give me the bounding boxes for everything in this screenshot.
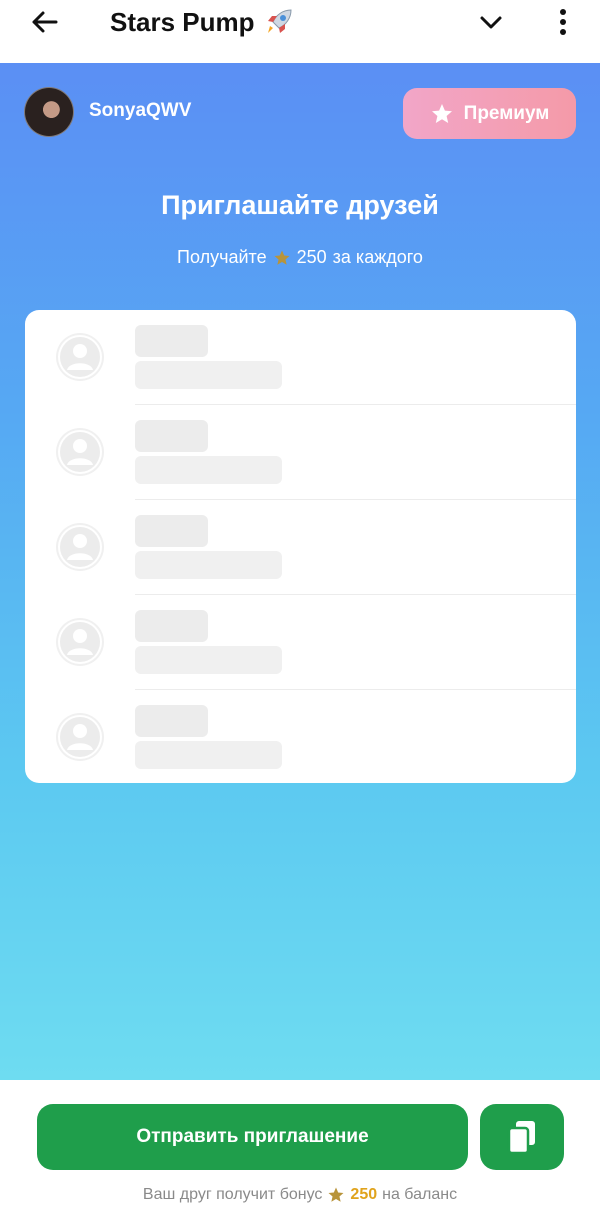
invite-title: Приглашайте друзей bbox=[161, 190, 439, 220]
list-item bbox=[25, 690, 576, 783]
list-item bbox=[25, 595, 576, 690]
app-title-text: Stars Pump bbox=[110, 6, 255, 37]
name-skeleton bbox=[135, 325, 208, 357]
premium-label: Премиум bbox=[463, 102, 550, 124]
app-title: Stars Pump bbox=[110, 2, 295, 42]
user-placeholder-icon bbox=[56, 713, 104, 761]
kebab-menu-icon bbox=[560, 9, 566, 35]
user-placeholder-icon bbox=[56, 618, 104, 666]
list-item bbox=[25, 500, 576, 595]
expand-button[interactable] bbox=[474, 6, 508, 38]
chevron-down-icon bbox=[480, 16, 502, 29]
user-placeholder-icon bbox=[56, 333, 104, 381]
star-icon bbox=[274, 250, 290, 265]
detail-skeleton bbox=[135, 551, 282, 579]
invite-sub-prefix: Получайте bbox=[177, 247, 267, 267]
user-placeholder-icon bbox=[56, 523, 104, 571]
more-menu-button[interactable] bbox=[548, 4, 578, 40]
detail-skeleton bbox=[135, 741, 282, 769]
list-item bbox=[25, 405, 576, 500]
friends-list-card bbox=[25, 310, 576, 783]
user-placeholder-icon bbox=[56, 428, 104, 476]
send-invite-button[interactable]: Отправить приглашение bbox=[37, 1104, 468, 1170]
detail-skeleton bbox=[135, 361, 282, 389]
rocket-icon bbox=[267, 9, 292, 33]
bottom-actions: Отправить приглашение Ваш друг получит б… bbox=[0, 1080, 600, 1221]
back-button[interactable] bbox=[24, 6, 64, 38]
bonus-note: Ваш друг получит бонус 250 на баланс bbox=[0, 1186, 600, 1204]
copy-icon bbox=[507, 1121, 535, 1155]
arrow-left-icon bbox=[32, 11, 58, 33]
premium-button[interactable]: Премиум bbox=[403, 88, 576, 139]
name-skeleton bbox=[135, 420, 208, 452]
name-skeleton bbox=[135, 515, 208, 547]
invite-sub-suffix: за каждого bbox=[332, 247, 423, 267]
detail-skeleton bbox=[135, 456, 282, 484]
copy-link-button[interactable] bbox=[480, 1104, 564, 1170]
bonus-suffix: на баланс bbox=[382, 1186, 458, 1203]
bonus-amount: 250 bbox=[350, 1186, 378, 1203]
bonus-prefix: Ваш друг получит бонус bbox=[142, 1186, 323, 1203]
username: SonyaQWV bbox=[89, 100, 192, 121]
invite-section: SonyaQWV Премиум Приглашайте друзей Полу… bbox=[0, 63, 600, 1080]
name-skeleton bbox=[135, 610, 208, 642]
invite-subtitle: Получайте 250 за каждого bbox=[0, 247, 600, 268]
top-bar: Stars Pump bbox=[0, 0, 600, 63]
invite-sub-amount: 250 bbox=[296, 247, 327, 267]
avatar[interactable] bbox=[24, 87, 74, 137]
detail-skeleton bbox=[135, 646, 282, 674]
star-icon bbox=[431, 103, 452, 123]
star-icon bbox=[328, 1187, 344, 1202]
list-item bbox=[25, 310, 576, 405]
name-skeleton bbox=[135, 705, 208, 737]
